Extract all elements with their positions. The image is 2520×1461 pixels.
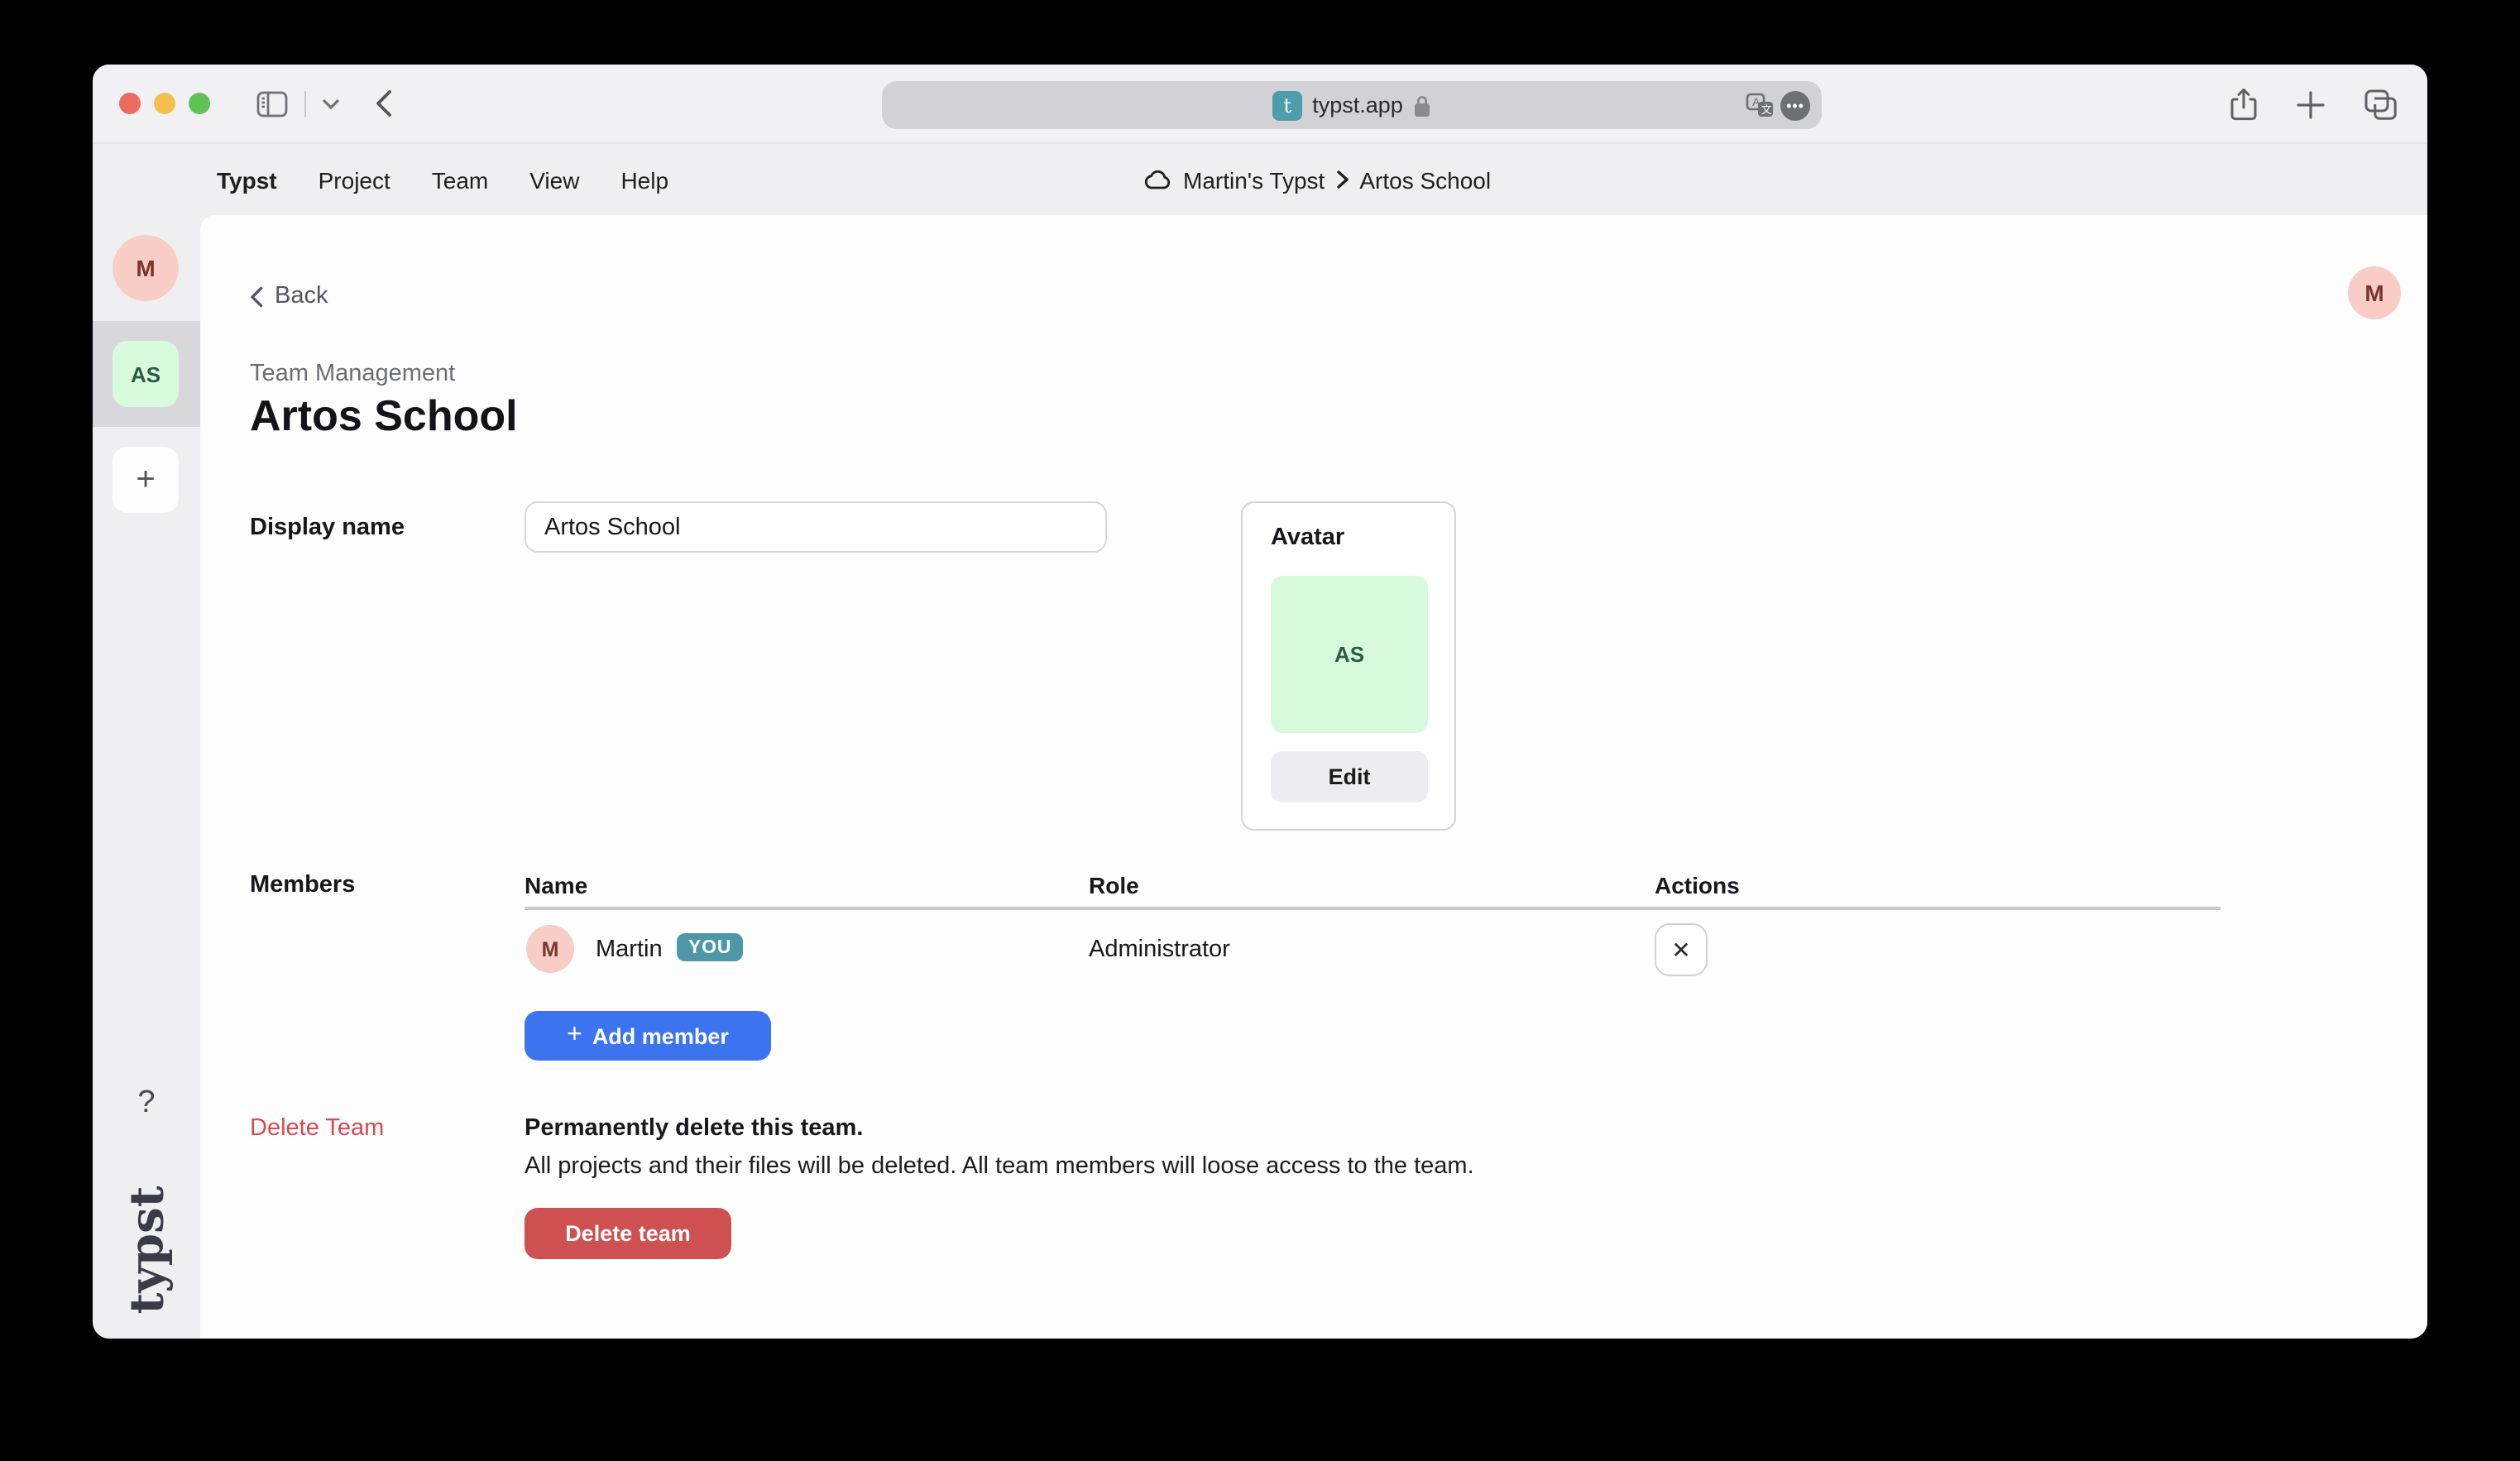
- svg-text:文: 文: [1761, 103, 1772, 116]
- menu-team[interactable]: Team: [432, 166, 488, 193]
- column-header-role: Role: [1089, 872, 1139, 898]
- member-role: Administrator: [1089, 936, 1230, 963]
- table-header-divider: [525, 907, 2221, 909]
- traffic-lights: [119, 93, 210, 114]
- close-icon: ✕: [1671, 936, 1690, 964]
- minimize-window-button[interactable]: [154, 93, 175, 114]
- breadcrumb: Martin's Typst Artos School: [1143, 144, 1491, 215]
- column-header-name: Name: [525, 872, 587, 898]
- share-icon[interactable]: [2230, 88, 2257, 121]
- user-avatar[interactable]: M: [2348, 266, 2401, 319]
- breadcrumb-team[interactable]: Martin's Typst: [1183, 166, 1325, 193]
- page-title: Artos School: [250, 390, 518, 442]
- cloud-icon: [1143, 170, 1171, 189]
- member-name: Martin: [596, 936, 663, 963]
- sidebar-toggle-icon[interactable]: [256, 90, 288, 117]
- remove-member-button[interactable]: ✕: [1655, 923, 1708, 976]
- members-label: Members: [250, 872, 355, 898]
- edit-avatar-button[interactable]: Edit: [1271, 751, 1428, 802]
- site-favicon: t: [1272, 90, 1302, 120]
- url-text: typst.app: [1312, 93, 1403, 117]
- team-management-panel: Back M Team Management Artos School Disp…: [200, 215, 2427, 1339]
- back-link[interactable]: Back: [250, 283, 328, 309]
- browser-window: t typst.app A 文: [93, 65, 2427, 1339]
- new-tab-icon[interactable]: [2297, 90, 2325, 118]
- sidebar-add-team-button[interactable]: +: [113, 447, 179, 513]
- close-window-button[interactable]: [119, 93, 141, 114]
- chevron-down-icon[interactable]: [323, 98, 339, 108]
- chevron-left-icon: [250, 285, 263, 307]
- delete-team-description: All projects and their files will be del…: [525, 1153, 1474, 1180]
- display-name-label: Display name: [250, 515, 405, 541]
- more-options-icon[interactable]: •••: [1780, 90, 1810, 120]
- menu-view[interactable]: View: [529, 166, 579, 193]
- app-menu-bar: Typst Project Team View Help Martin's Ty…: [93, 144, 2427, 215]
- breadcrumb-chevron-icon: [1336, 170, 1348, 189]
- address-bar[interactable]: t typst.app A 文: [882, 81, 1822, 129]
- delete-team-label: Delete Team: [250, 1115, 384, 1142]
- typst-logo: typst: [93, 1188, 200, 1310]
- section-label: Team Management: [250, 361, 455, 387]
- avatar-card: Avatar AS Edit: [1241, 501, 1456, 831]
- plus-icon: +: [567, 1021, 582, 1051]
- translate-icon[interactable]: A 文: [1746, 93, 1774, 117]
- menu-project[interactable]: Project: [319, 166, 390, 193]
- sidebar-team-avatar[interactable]: AS: [113, 341, 179, 407]
- team-sidebar: M AS + ? typst: [93, 215, 200, 1339]
- menu-typst[interactable]: Typst: [217, 166, 277, 193]
- browser-toolbar: t typst.app A 文: [93, 65, 2427, 144]
- member-avatar: M: [526, 925, 574, 973]
- sidebar-user-avatar[interactable]: M: [113, 235, 179, 301]
- back-icon[interactable]: [376, 89, 392, 117]
- lock-icon: [1413, 93, 1431, 117]
- screenshot-stage: t typst.app A 文: [0, 0, 2520, 1461]
- avatar-card-title: Avatar: [1271, 525, 1344, 551]
- tab-overview-icon[interactable]: [2364, 89, 2398, 120]
- menu-help[interactable]: Help: [620, 166, 668, 193]
- display-name-input[interactable]: [525, 501, 1107, 553]
- team-avatar-preview: AS: [1271, 576, 1428, 733]
- zoom-window-button[interactable]: [189, 93, 210, 114]
- add-member-button[interactable]: + Add member: [525, 1011, 771, 1061]
- help-button[interactable]: ?: [93, 1085, 200, 1122]
- you-badge: YOU: [677, 933, 743, 961]
- delete-team-title: Permanently delete this team.: [525, 1115, 863, 1142]
- column-header-actions: Actions: [1655, 872, 1740, 898]
- toolbar-divider: [304, 90, 306, 117]
- breadcrumb-page: Artos School: [1359, 166, 1491, 193]
- delete-team-button[interactable]: Delete team: [525, 1208, 731, 1259]
